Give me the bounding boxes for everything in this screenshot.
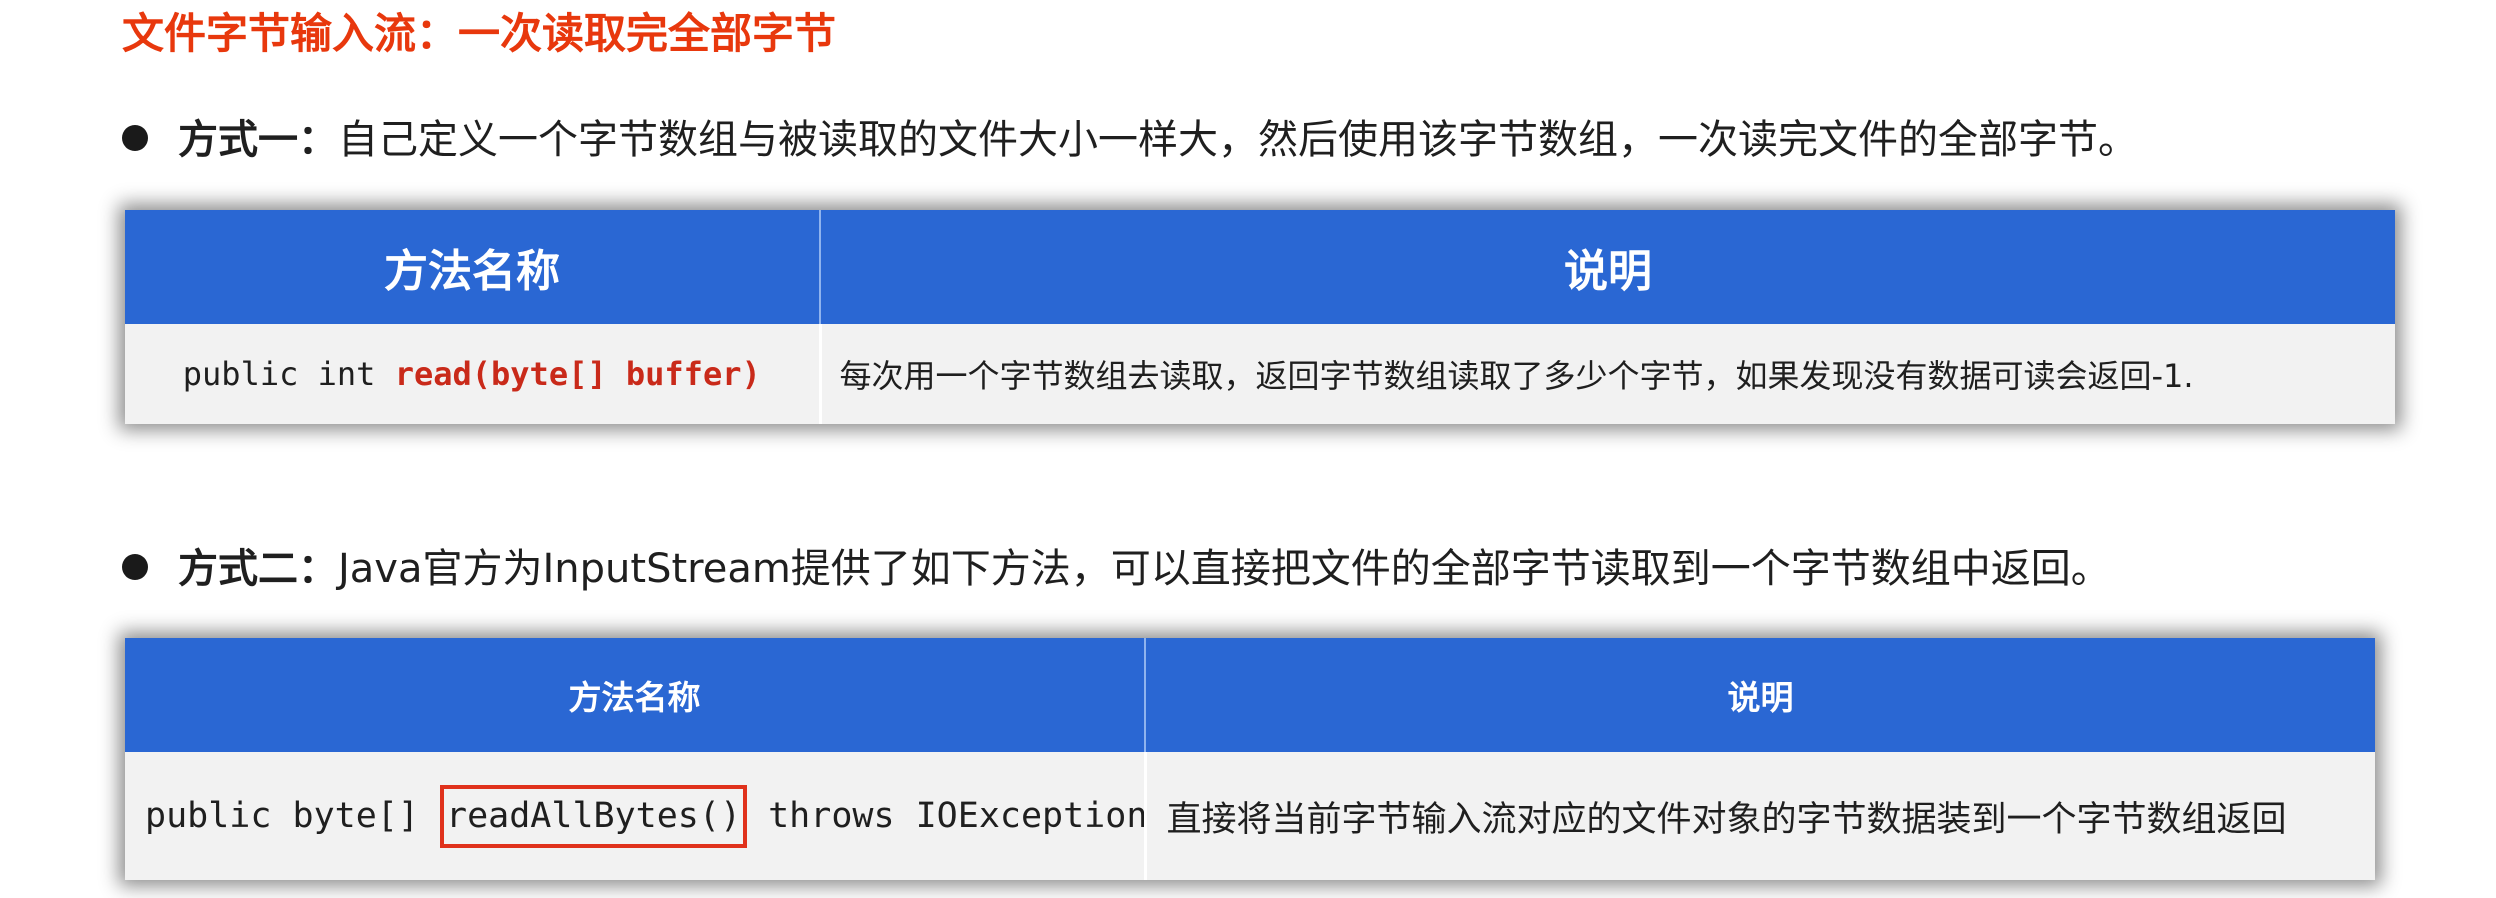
method-one-text: 自己定义一个字节数组与被读取的文件大小一样大，然后使用该字节数组，一次读完文件的… — [338, 117, 2138, 163]
method-one-label: 方式一： — [178, 117, 338, 163]
method-two-line: 方式二：Java官方为InputStream提供了如下方法，可以直接把文件的全部… — [122, 537, 2111, 601]
method-signature-cell: public int read(byte[] buffer) — [125, 324, 822, 424]
method-two-table: 方法名称 说明 public byte[] readAllBytes() thr… — [125, 638, 2375, 880]
table-row: public byte[] readAllBytes() throws IOEx… — [125, 752, 2375, 880]
column-header-description: 说明 — [820, 210, 2395, 324]
method-name-highlight: read(byte[] buffer) — [394, 355, 761, 393]
method-description-cell: 直接将当前字节输入流对应的文件对象的字节数据装到一个字节数组返回 — [1145, 752, 2375, 880]
bullet-icon — [122, 125, 148, 151]
table-header-row: 方法名称 说明 — [125, 210, 2395, 324]
column-header-method-name: 方法名称 — [125, 210, 821, 324]
method-signature-cell: public byte[] readAllBytes() throws IOEx… — [125, 752, 1147, 880]
table-header-row: 方法名称 说明 — [125, 638, 2375, 752]
code-prefix: public int — [182, 355, 395, 393]
bullet-icon — [122, 554, 148, 580]
method-one-table: 方法名称 说明 public int read(byte[] buffer) 每… — [125, 210, 2395, 424]
table-row: public int read(byte[] buffer) 每次用一个字节数组… — [125, 324, 2395, 424]
code-suffix: throws IOException — [747, 795, 1145, 836]
method-two-text: Java官方为InputStream提供了如下方法，可以直接把文件的全部字节读取… — [338, 546, 2111, 592]
page-title: 文件字节输入流：一次读取完全部字节 — [122, 9, 837, 58]
code-prefix: public byte[] — [145, 795, 441, 836]
column-header-description: 说明 — [1145, 638, 2375, 752]
method-two-label: 方式二： — [178, 546, 338, 592]
method-one-line: 方式一：自己定义一个字节数组与被读取的文件大小一样大，然后使用该字节数组，一次读… — [122, 108, 2138, 172]
column-header-method-name: 方法名称 — [125, 638, 1146, 752]
method-name-highlight-box: readAllBytes() — [440, 784, 748, 848]
method-description-cell: 每次用一个字节数组去读取，返回字节数组读取了多少个字节，如果发现没有数据可读会返… — [820, 324, 2395, 424]
